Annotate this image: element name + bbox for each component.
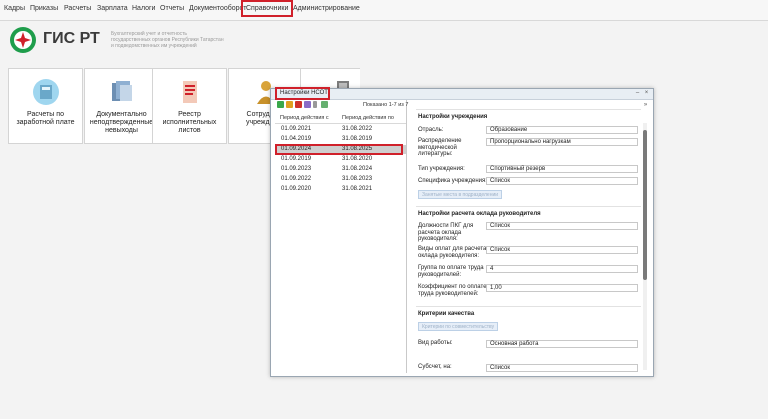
delete-icon[interactable] xyxy=(295,101,302,108)
inst-spec-label: Специфика учреждения: xyxy=(418,178,487,184)
divider xyxy=(416,206,641,207)
table-row[interactable]: 01.09.2022 31.08.2023 xyxy=(275,175,406,184)
tile-unconfirmed-absences[interactable]: Документально неподтвержденные невыходы xyxy=(84,68,159,144)
section-institution: Настройки учреждения xyxy=(418,114,488,120)
calculator-icon xyxy=(33,79,59,105)
tile-writs-registry[interactable]: Реестр исполнительных листов xyxy=(152,68,227,144)
app-subtitle: Бухгалтерский учет и отчетность государс… xyxy=(111,31,224,49)
periods-grid-header: Период действия с Период действия по xyxy=(275,113,406,124)
work-type-label: Вид работы: xyxy=(418,340,453,346)
table-row[interactable]: 01.09.2019 31.08.2020 xyxy=(275,155,406,164)
active-menu-highlight xyxy=(241,0,293,17)
tile-label: Расчеты по заработной плате xyxy=(16,111,75,126)
nsot-settings-dialog: Настройки НСОТ – × Показано 1-7 из 7 Пер… xyxy=(270,87,654,377)
records-count: Показано 1-7 из 7 xyxy=(363,102,409,108)
inst-type-label: Тип учреждения: xyxy=(418,166,465,172)
menu-item-raschety[interactable]: Расчеты xyxy=(64,5,91,12)
group-label: Группа по оплате труда руководителей: xyxy=(418,265,484,278)
section-quality: Критерии качества xyxy=(418,311,475,317)
menu-item-prikazy[interactable]: Приказы xyxy=(30,5,58,12)
documents-stack-icon xyxy=(112,81,132,101)
menu-item-otchety[interactable]: Отчеты xyxy=(160,5,184,12)
settings-pane: » Настройки учреждения Отрасль: Образова… xyxy=(411,100,652,376)
minimize-icon[interactable]: – xyxy=(634,90,641,97)
tatarstan-logo-icon xyxy=(10,27,36,53)
pay-types-label: Виды оплат для расчета оклада руководите… xyxy=(418,246,487,259)
menu-item-nalogi[interactable]: Налоги xyxy=(132,5,155,12)
col-header-to[interactable]: Период действия по xyxy=(342,115,394,121)
subaccount-field[interactable]: Список xyxy=(486,364,638,372)
table-row[interactable]: 01.09.2023 31.08.2024 xyxy=(275,165,406,174)
edit-icon[interactable] xyxy=(286,101,293,108)
expand-icon[interactable]: » xyxy=(642,102,649,109)
copy-icon[interactable] xyxy=(304,101,311,108)
subaccount-label: Субсчет, на: xyxy=(418,364,452,370)
tile-label: Документально неподтвержденные невыходы xyxy=(89,111,154,134)
table-row[interactable]: 01.09.2021 31.08.2022 xyxy=(275,125,406,134)
inst-spec-field[interactable]: Список xyxy=(486,177,638,185)
selected-row-highlight xyxy=(275,144,403,155)
top-menu: Кадры Приказы Расчеты Зарплата Налоги От… xyxy=(0,0,768,21)
menu-item-kadry[interactable]: Кадры xyxy=(4,5,25,12)
dialog-title-bar[interactable]: Настройки НСОТ – × xyxy=(271,87,653,100)
distribution-label: Распределение методической литературы: xyxy=(418,138,462,157)
menu-item-administrirovanie[interactable]: Администрирование xyxy=(293,5,360,12)
dialog-title-highlight xyxy=(275,87,330,100)
export-icon[interactable] xyxy=(321,101,328,108)
app-title: ГИС РТ xyxy=(43,30,100,47)
industry-field[interactable]: Образование xyxy=(486,126,638,134)
pay-types-field[interactable]: Список xyxy=(486,246,638,254)
industry-label: Отрасль: xyxy=(418,127,444,133)
occupied-places-button[interactable]: Занятые места в подразделении xyxy=(418,190,503,199)
table-row[interactable]: 01.09.2020 31.08.2021 xyxy=(275,185,406,194)
coef-label: Коэффициент по оплате труда руководителе… xyxy=(418,284,487,297)
coef-field[interactable]: 1,00 xyxy=(486,284,638,292)
part-time-criteria-button[interactable]: Критерии по совместительству xyxy=(418,322,499,331)
work-type-field[interactable]: Основная работа xyxy=(486,340,638,348)
periods-toolbar: Показано 1-7 из 7 xyxy=(275,100,409,110)
distribution-field[interactable]: Пропорционально нагрузкам xyxy=(486,138,638,146)
pkg-field[interactable]: Список xyxy=(486,222,638,230)
tile-label: Реестр исполнительных листов xyxy=(162,111,217,134)
tile-salary-payments[interactable]: Расчеты по заработной плате xyxy=(8,68,83,144)
chevron-down-icon[interactable] xyxy=(313,101,317,108)
divider xyxy=(416,306,641,307)
receipt-icon xyxy=(183,81,197,103)
table-row[interactable]: 01.04.2019 31.08.2019 xyxy=(275,135,406,144)
periods-pane: Показано 1-7 из 7 Период действия с Пери… xyxy=(275,100,409,373)
add-icon[interactable] xyxy=(277,101,284,108)
menu-item-dokumentooborot[interactable]: Документооборот xyxy=(189,5,247,12)
inst-type-field[interactable]: Спортивный резерв xyxy=(486,165,638,173)
section-head-salary: Настройки расчета оклада руководителя xyxy=(418,211,541,217)
pkg-label: Должности ПКГ для расчета оклада руковод… xyxy=(418,223,474,242)
close-icon[interactable]: × xyxy=(643,90,650,97)
divider xyxy=(416,109,641,110)
menu-item-zarplata[interactable]: Зарплата xyxy=(97,5,128,12)
group-field[interactable]: 4 xyxy=(486,265,638,273)
col-header-from[interactable]: Период действия с xyxy=(280,115,329,121)
scrollbar-thumb[interactable] xyxy=(643,130,647,280)
